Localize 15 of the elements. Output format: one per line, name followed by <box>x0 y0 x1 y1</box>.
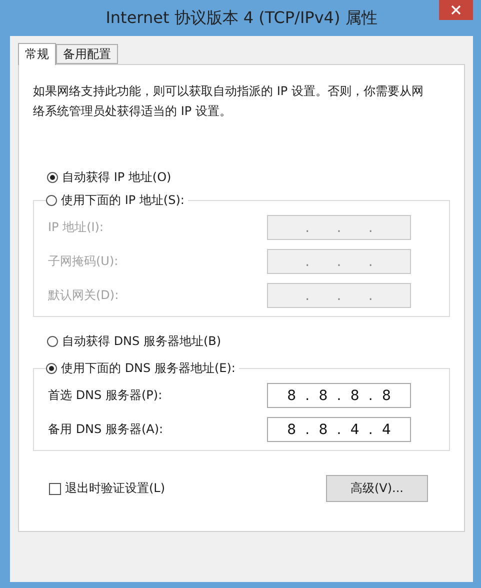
address-field[interactable]: 8 . 8 . 4 . 4 <box>267 417 411 442</box>
field-label: 子网掩码(U): <box>48 253 118 270</box>
close-icon <box>451 5 461 15</box>
field-label: 首选 DNS 服务器(P): <box>48 387 162 404</box>
checkbox-option[interactable]: 退出时验证设置(L) <box>49 480 166 497</box>
advanced-button[interactable]: 高级(V)... <box>326 475 428 502</box>
address-field[interactable]: 8 . 8 . 8 . 8 <box>267 383 411 408</box>
window-title: Internet 协议版本 4 (TCP/IPv4) 属性 <box>106 8 378 28</box>
field-label: IP 地址(I): <box>48 219 104 236</box>
field-label: 默认网关(D): <box>48 287 119 304</box>
description-text: 如果网络支持此功能，则可以获取自动指派的 IP 设置。否则，你需要从网络系统管理员处获得适当的 IP 设置。 <box>33 83 424 120</box>
tab[interactable]: 备用配置 <box>56 44 118 64</box>
close-button[interactable] <box>439 0 473 20</box>
field-label: 备用 DNS 服务器(A): <box>48 421 164 438</box>
tab[interactable]: 常规 <box>18 43 56 65</box>
